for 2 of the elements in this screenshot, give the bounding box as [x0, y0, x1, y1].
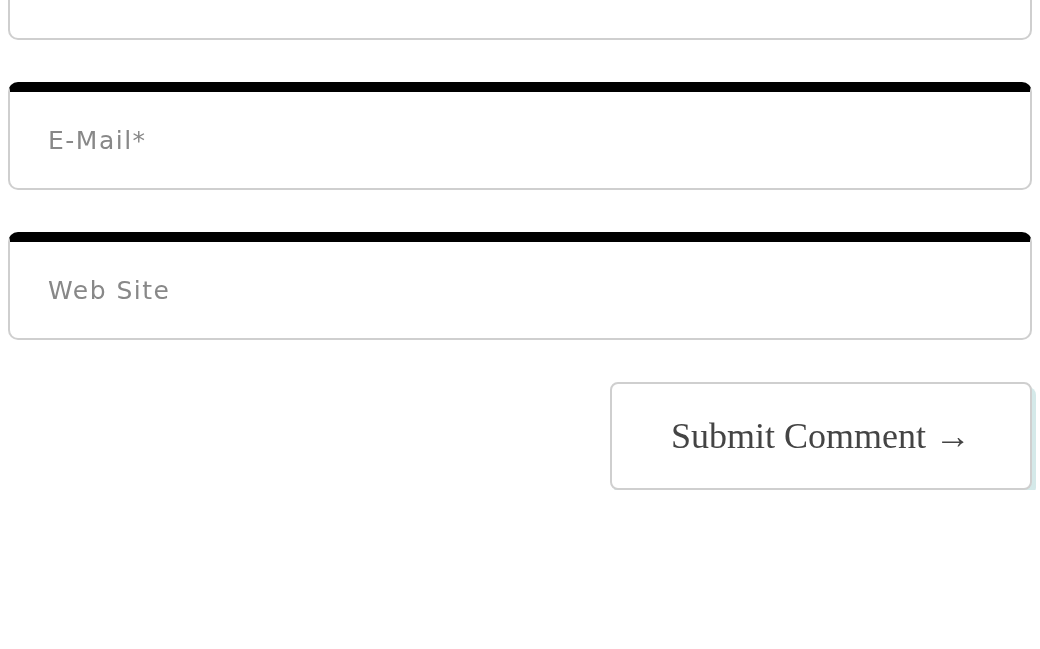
- input-field[interactable]: Web Site: [8, 232, 1032, 340]
- input-field[interactable]: E-Mail*: [8, 82, 1032, 190]
